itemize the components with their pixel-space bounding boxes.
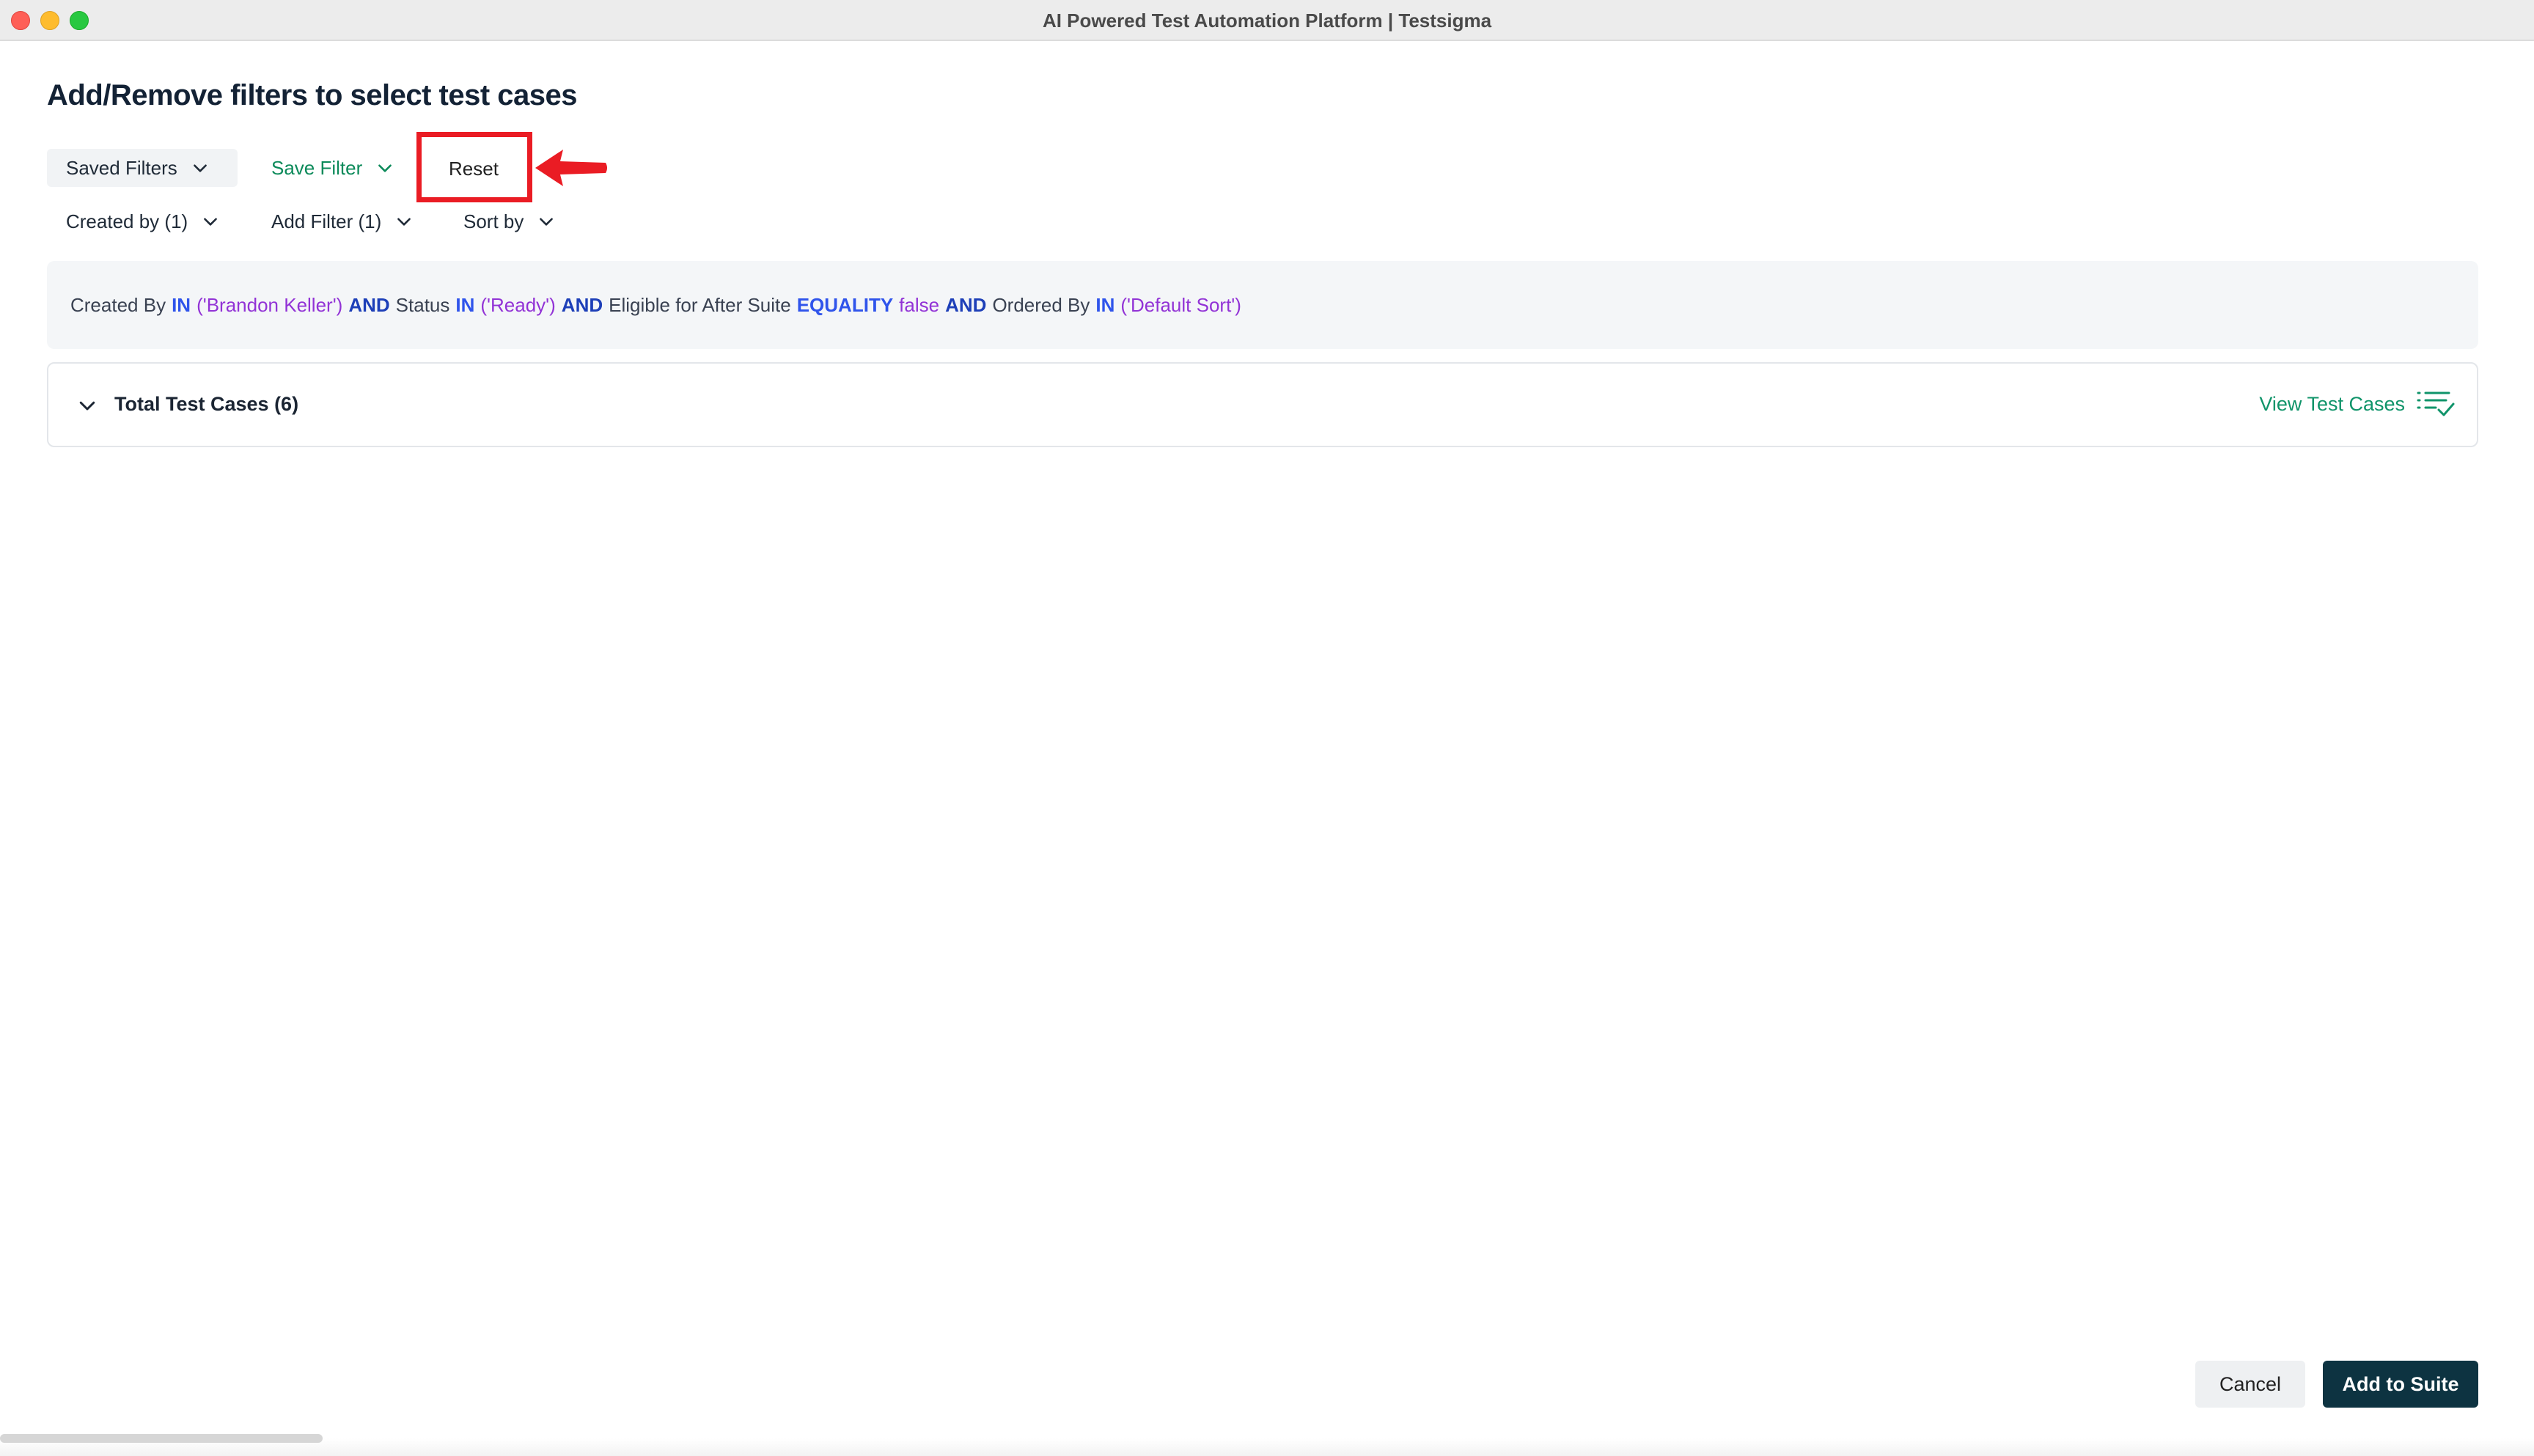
created-by-label: Created by (1) [66, 210, 188, 232]
sort-by-label: Sort by [463, 210, 524, 232]
query-field: Status [395, 293, 450, 316]
query-conjunction: AND [561, 293, 603, 316]
query-value: ('Ready') [480, 293, 556, 316]
add-to-suite-label: Add to Suite [2342, 1372, 2459, 1395]
save-filter-label: Save Filter [271, 156, 363, 179]
reset-label: Reset [449, 157, 499, 180]
chevron-down-icon [397, 218, 411, 226]
query-operator: IN [1095, 293, 1115, 316]
add-filter-dropdown[interactable]: Add Filter (1) [271, 202, 414, 240]
query-conjunction: AND [348, 293, 390, 316]
page-title: Add/Remove filters to select test cases [47, 79, 578, 111]
filter-query-summary: Created By IN ('Brandon Keller') AND Sta… [47, 261, 2478, 349]
chevron-down-icon [204, 218, 218, 226]
query-field: Created By [70, 293, 166, 316]
query-value: ('Default Sort') [1120, 293, 1241, 316]
query-operator: IN [455, 293, 475, 316]
window-title: AI Powered Test Automation Platform | Te… [1042, 10, 1492, 32]
chevron-down-icon[interactable] [76, 394, 98, 416]
horizontal-scrollbar[interactable] [0, 1434, 323, 1443]
chevron-down-icon [540, 218, 554, 226]
cancel-label: Cancel [2219, 1372, 2282, 1395]
bottom-edge [0, 1438, 2534, 1456]
chevron-down-icon [378, 164, 392, 172]
total-test-cases-title: Total Test Cases (6) [114, 393, 299, 415]
view-test-cases-link[interactable]: View Test Cases [2259, 386, 2455, 422]
sort-by-dropdown[interactable]: Sort by [463, 202, 556, 240]
save-filter-dropdown[interactable]: Save Filter [254, 149, 400, 187]
query-field: Eligible for After Suite [609, 293, 791, 316]
add-to-suite-button[interactable]: Add to Suite [2323, 1361, 2478, 1408]
saved-filters-dropdown[interactable]: Saved Filters [47, 149, 238, 187]
total-test-cases-panel: Total Test Cases (6) View Test Cases [47, 362, 2478, 447]
add-filter-label: Add Filter (1) [271, 210, 382, 232]
view-test-cases-label: View Test Cases [2259, 392, 2405, 415]
title-bar: AI Powered Test Automation Platform | Te… [0, 0, 2534, 41]
cancel-button[interactable]: Cancel [2195, 1361, 2305, 1408]
reset-button[interactable]: Reset [424, 139, 524, 198]
query-field: Ordered By [992, 293, 1090, 316]
created-by-filter[interactable]: Created by (1) [66, 202, 220, 240]
query-operator: IN [172, 293, 191, 316]
query-conjunction: AND [945, 293, 987, 316]
saved-filters-label: Saved Filters [66, 156, 177, 179]
query-operator: EQUALITY [796, 293, 894, 316]
query-value: false [899, 293, 940, 316]
app-window: AI Powered Test Automation Platform | Te… [0, 0, 2534, 1456]
query-value: ('Brandon Keller') [197, 293, 343, 316]
chevron-down-icon [193, 164, 207, 172]
list-check-icon [2417, 391, 2455, 416]
annotation-arrow-icon [535, 150, 607, 186]
